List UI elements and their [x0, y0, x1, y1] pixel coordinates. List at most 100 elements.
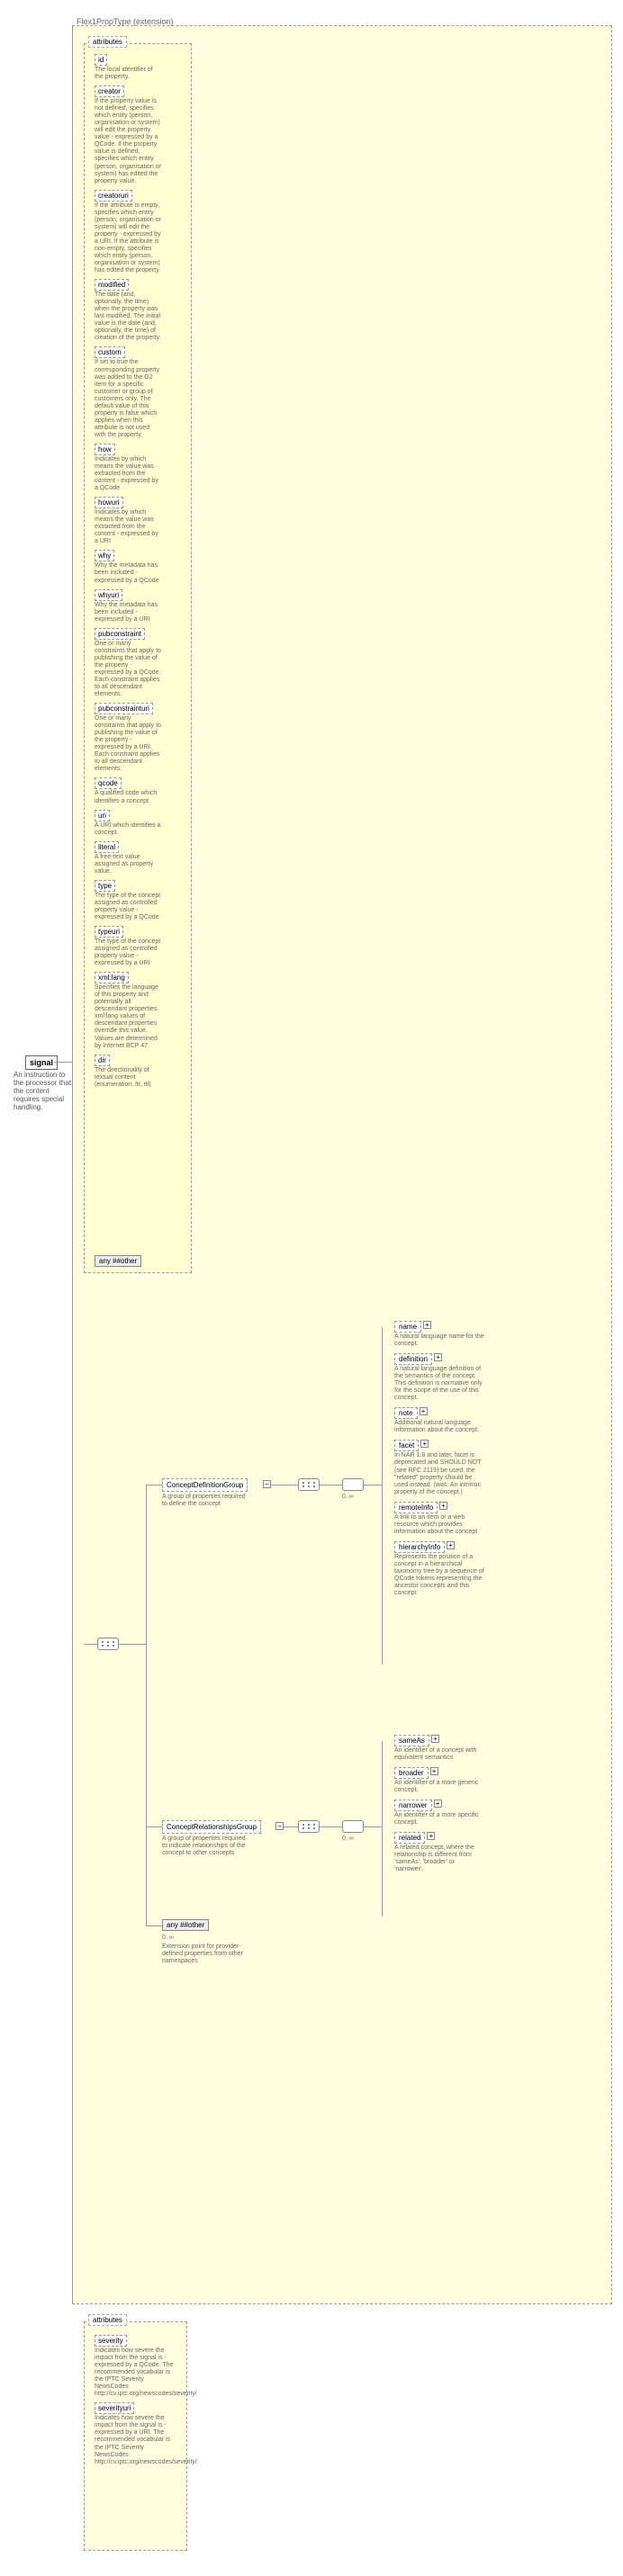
attr-creator[interactable]: creator	[95, 85, 124, 97]
attr-type[interactable]: type	[95, 880, 115, 892]
cdg-sequence	[298, 1478, 320, 1491]
expand-crg[interactable]: −	[275, 1822, 284, 1830]
cdg-desc: A group of properties required to define…	[162, 1494, 252, 1508]
leaf-desc-hierarchyInfo: Represents the position of a concept in …	[394, 1554, 484, 1597]
attr-xml-lang[interactable]: xml:lang	[95, 972, 129, 983]
leaf-remoteInfo[interactable]: remoteInfo	[394, 1502, 438, 1513]
attr-desc-severity: Indicates how severe the impact from the…	[95, 2347, 176, 2398]
leaf-desc-definition: A natural language definition of the sem…	[394, 1366, 484, 1402]
attr-uri[interactable]: uri	[95, 810, 110, 821]
expand-icon[interactable]: +	[423, 1321, 431, 1329]
crg-card: 0..∞	[342, 1836, 354, 1842]
attr-desc-literal: A free-text value assigned as property v…	[95, 854, 162, 875]
attr-qcode[interactable]: qcode	[95, 777, 122, 789]
attr-desc-why: Why the metadata has been included - exp…	[95, 562, 162, 584]
leaf-facet[interactable]: facet	[394, 1440, 419, 1451]
attributes-label-text: attributes	[93, 38, 122, 46]
attr-severity[interactable]: severity	[95, 2335, 127, 2347]
attr-desc-custom: If set to true the corresponding propert…	[95, 359, 162, 439]
cdg-label: ConceptDefinitionGroup	[167, 1481, 243, 1489]
leaf-desc-broader: An identifier of a more generic concept.	[394, 1780, 484, 1794]
expand-cdg[interactable]: −	[263, 1480, 271, 1488]
signal-element[interactable]: signal	[25, 1055, 58, 1070]
attributes-label-lower: attributes	[88, 2314, 127, 2326]
attr-why[interactable]: why	[95, 550, 114, 561]
expand-icon[interactable]: +	[447, 1541, 455, 1549]
signal-label: signal	[30, 1058, 53, 1067]
any-card: 0..∞	[162, 1934, 174, 1941]
leaf-broader[interactable]: broader	[394, 1767, 429, 1779]
any-element: any ##other	[162, 1919, 209, 1931]
expand-icon[interactable]: +	[439, 1502, 447, 1510]
attr-howuri[interactable]: howuri	[95, 497, 123, 508]
any-attribute: any ##other	[95, 1255, 141, 1267]
cdg-choice	[342, 1478, 364, 1491]
attr-creatoruri[interactable]: creatoruri	[95, 190, 132, 202]
concept-definition-group[interactable]: ConceptDefinitionGroup	[162, 1478, 248, 1492]
attr-how[interactable]: how	[95, 444, 115, 455]
concept-relationships-group[interactable]: ConceptRelationshipsGroup	[162, 1820, 261, 1834]
attributes-label: attributes	[88, 36, 127, 48]
cdg-card: 0..∞	[342, 1494, 354, 1500]
attr-whyuri[interactable]: whyuri	[95, 589, 122, 601]
attr-desc-creatoruri: If the attribute is empty, specifies whi…	[95, 202, 162, 274]
attr-pubconstrainturi[interactable]: pubconstrainturi	[95, 703, 153, 714]
attr-desc-xml-lang: Specifies the language of this property …	[95, 984, 162, 1049]
signal-desc: An instruction to the processor that the…	[14, 1071, 72, 1111]
leaf-desc-note: Additional natural language information …	[394, 1420, 484, 1434]
attr-desc-howuri: Indicates by which means the value was e…	[95, 509, 162, 545]
cdg-leaves: name+A natural language name for the con…	[394, 1321, 484, 1602]
severity-column: severityIndicates how severe the impact …	[95, 2335, 176, 2471]
leaf-hierarchyInfo[interactable]: hierarchyInfo	[394, 1541, 445, 1553]
attr-dir[interactable]: dir	[95, 1055, 110, 1066]
expand-icon[interactable]: +	[430, 1767, 438, 1775]
attr-desc-pubconstrainturi: One or many constraints that apply to pu…	[95, 715, 162, 773]
extension-title: Flex1PropType (extension)	[77, 17, 174, 26]
attr-desc-typeuri: The type of the concept assigned as cont…	[95, 938, 162, 967]
leaf-desc-remoteInfo: A link to an item or a web resource whic…	[394, 1514, 484, 1536]
attributes-column: idThe local identifier of the property. c…	[95, 54, 162, 1093]
leaf-narrower[interactable]: narrower	[394, 1800, 432, 1811]
attr-modified[interactable]: modified	[95, 279, 129, 291]
crg-choice	[342, 1820, 364, 1833]
leaf-desc-related: A related concept, where the relationshi…	[394, 1844, 484, 1873]
attr-desc-creator: If the property value is not defined, sp…	[95, 98, 162, 185]
any-desc: Extension point for provider-defined pro…	[162, 1943, 248, 1965]
attr-literal[interactable]: literal	[95, 841, 119, 853]
attr-typeuri[interactable]: typeuri	[95, 926, 123, 938]
attr-desc-dir: The directionality of textual content (e…	[95, 1067, 162, 1089]
attr-desc-severityuri: Indicates how severe the impact from the…	[95, 2415, 176, 2465]
attributes-label-lower-text: attributes	[93, 2316, 122, 2324]
expand-icon[interactable]: +	[420, 1440, 429, 1448]
expand-icon[interactable]: +	[434, 1800, 442, 1808]
attr-desc-qcode: A qualified code which identifies a conc…	[95, 790, 162, 804]
attr-pubconstraint[interactable]: pubconstraint	[95, 628, 145, 640]
attr-custom[interactable]: custom	[95, 346, 125, 358]
leaf-desc-narrower: An identifier of a more specific concept…	[394, 1812, 484, 1827]
attr-desc-type: The type of the concept assigned as cont…	[95, 893, 162, 921]
leaf-note[interactable]: note	[394, 1407, 418, 1419]
expand-icon[interactable]: +	[420, 1407, 428, 1415]
attr-desc-how: Indicates by which means the value was e…	[95, 456, 162, 492]
attr-desc-id: The local identifier of the property.	[95, 67, 162, 81]
leaf-name[interactable]: name	[394, 1321, 421, 1333]
leaf-definition[interactable]: definition	[394, 1353, 432, 1365]
leaf-sameAs[interactable]: sameAs	[394, 1735, 429, 1746]
attr-severityuri[interactable]: severityuri	[95, 2402, 134, 2414]
leaf-related[interactable]: related	[394, 1832, 425, 1844]
attr-desc-uri: A URI which identifies a concept.	[95, 822, 162, 837]
attr-desc-pubconstraint: One or many constraints that apply to pu…	[95, 641, 162, 698]
crg-sequence	[298, 1820, 320, 1833]
leaf-desc-name: A natural language name for the concept.	[394, 1333, 484, 1348]
expand-icon[interactable]: +	[434, 1353, 442, 1361]
any-attribute-label: any ##other	[99, 1257, 137, 1265]
diagram-canvas: Flex1PropType (extension) attributes sig…	[0, 0, 623, 2576]
any-element-label: any ##other	[167, 1921, 204, 1929]
crg-leaves: sameAs+An identifier of a concept with e…	[394, 1735, 484, 1879]
expand-icon[interactable]: +	[427, 1832, 435, 1840]
attr-id[interactable]: id	[95, 54, 107, 66]
attr-desc-modified: The date (and, optionally, the time) whe…	[95, 292, 162, 342]
expand-icon[interactable]: +	[431, 1735, 439, 1743]
leaf-desc-sameAs: An identifier of a concept with equivale…	[394, 1747, 484, 1762]
crg-label: ConceptRelationshipsGroup	[167, 1823, 257, 1831]
